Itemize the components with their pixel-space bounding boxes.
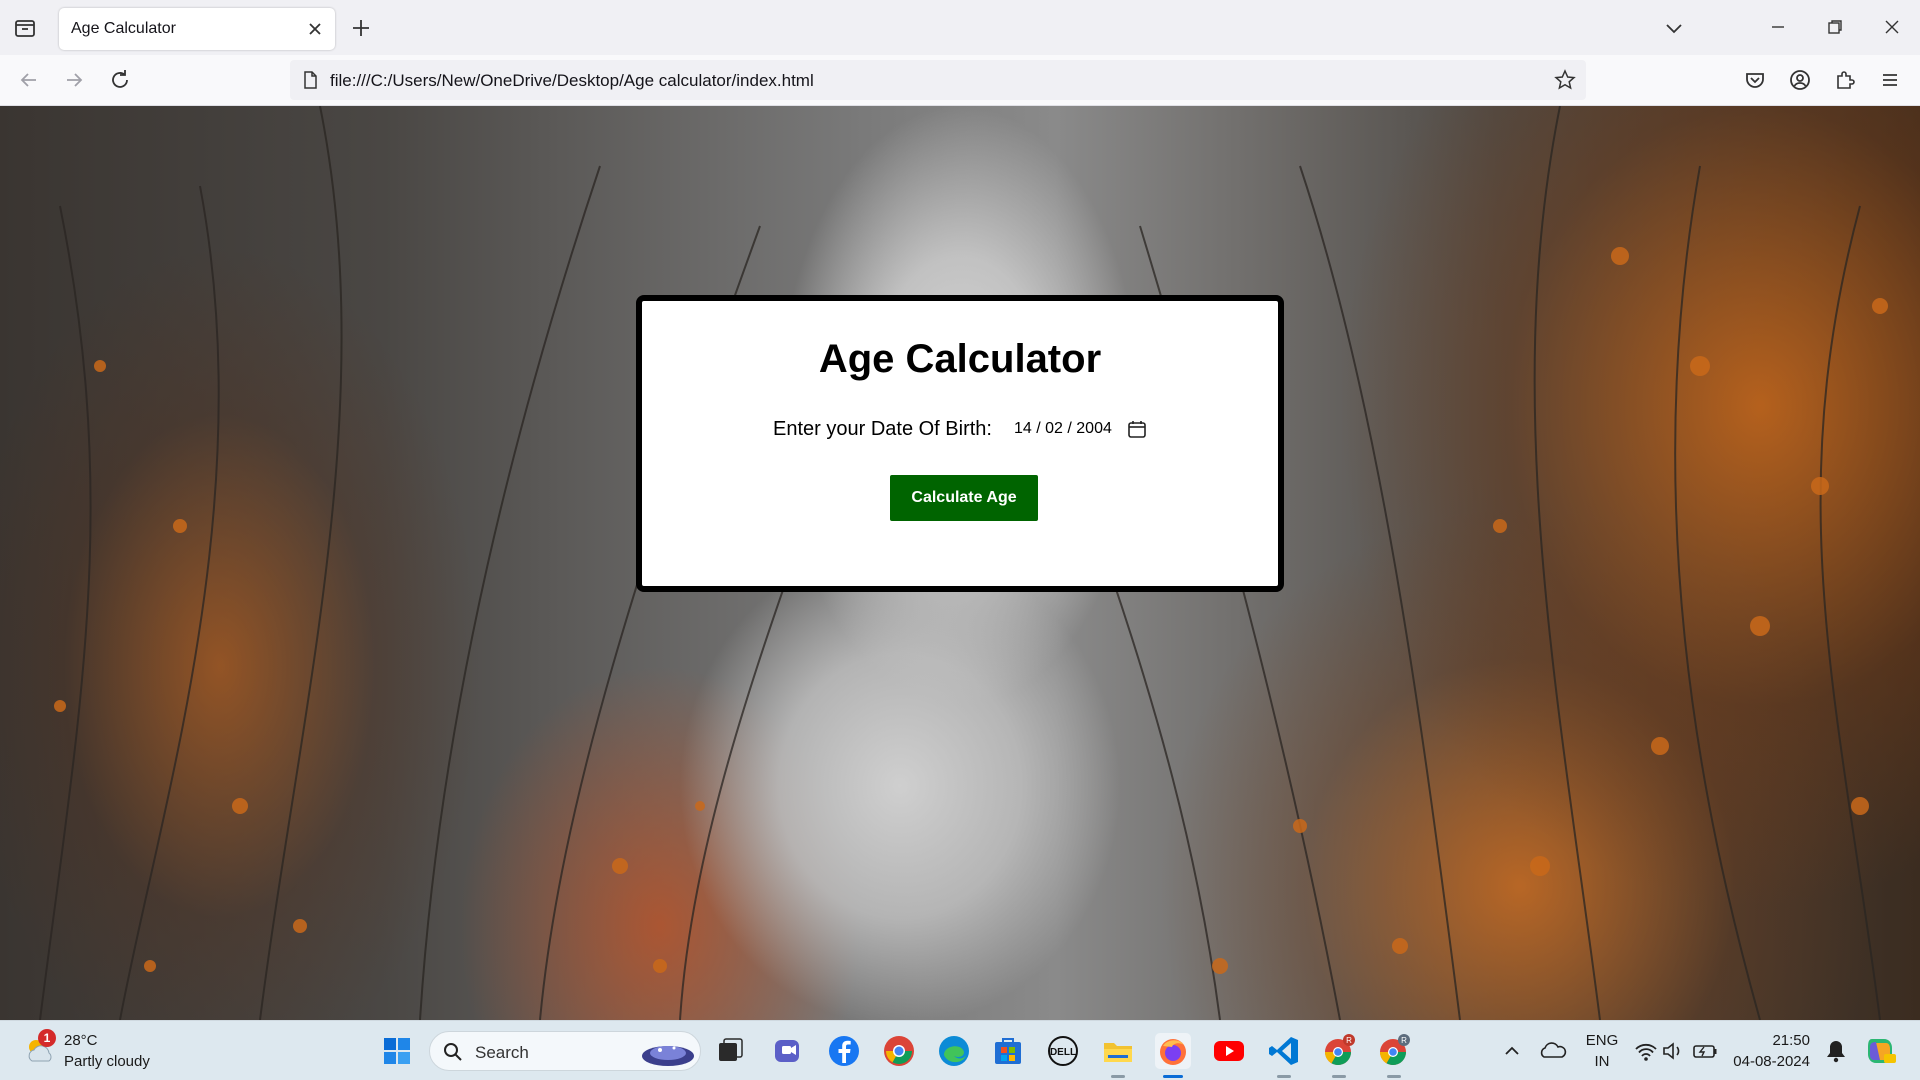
facebook-icon[interactable] bbox=[826, 1033, 862, 1069]
tab-list-icon[interactable] bbox=[12, 15, 38, 41]
windows-taskbar: 1 28°C Partly cloudy Search DELL R R ENG… bbox=[0, 1020, 1920, 1080]
running-indicator bbox=[1332, 1075, 1346, 1078]
browser-tab-active[interactable]: Age Calculator bbox=[59, 8, 335, 50]
language-region[interactable]: IN bbox=[1582, 1053, 1622, 1070]
page-viewport: Age Calculator Enter your Date Of Birth:… bbox=[0, 106, 1920, 1020]
weather-badge: 1 bbox=[38, 1029, 56, 1047]
pocket-icon[interactable] bbox=[1742, 67, 1768, 93]
firefox-icon[interactable] bbox=[1155, 1033, 1191, 1069]
taskbar-search-box[interactable]: Search bbox=[429, 1031, 701, 1071]
clock-time[interactable]: 21:50 bbox=[1730, 1032, 1810, 1049]
youtube-icon[interactable] bbox=[1211, 1033, 1247, 1069]
language-indicator[interactable]: ENG bbox=[1582, 1032, 1622, 1049]
browser-tabstrip: Age Calculator bbox=[0, 0, 1920, 55]
chrome-icon[interactable] bbox=[881, 1033, 917, 1069]
account-icon[interactable] bbox=[1787, 67, 1813, 93]
file-explorer-icon[interactable] bbox=[1100, 1033, 1136, 1069]
weather-description[interactable]: Partly cloudy bbox=[64, 1053, 150, 1070]
age-calculator-card: Age Calculator Enter your Date Of Birth:… bbox=[636, 295, 1284, 592]
windows-start-icon[interactable] bbox=[379, 1033, 415, 1069]
microsoft-store-icon[interactable] bbox=[990, 1033, 1026, 1069]
battery-charging-icon[interactable] bbox=[1690, 1033, 1720, 1069]
page-title: Age Calculator bbox=[818, 337, 1102, 381]
search-icon bbox=[444, 1043, 462, 1061]
menu-icon[interactable] bbox=[1877, 67, 1903, 93]
search-highlight-art bbox=[642, 1046, 694, 1066]
wifi-icon[interactable] bbox=[1632, 1033, 1660, 1069]
dob-label: Enter your Date Of Birth: bbox=[773, 418, 992, 440]
calendar-icon[interactable] bbox=[1127, 419, 1147, 439]
reload-icon[interactable] bbox=[107, 67, 133, 93]
svg-text:R: R bbox=[1401, 1036, 1407, 1045]
close-window-icon[interactable] bbox=[1879, 14, 1905, 40]
minimize-icon[interactable] bbox=[1765, 14, 1791, 40]
calculate-age-button[interactable]: Calculate Age bbox=[890, 475, 1038, 521]
tab-title: Age Calculator bbox=[71, 20, 176, 37]
svg-text:DELL: DELL bbox=[1050, 1047, 1076, 1058]
notification-bell-icon[interactable] bbox=[1820, 1033, 1852, 1069]
chevron-up-icon[interactable] bbox=[1494, 1033, 1530, 1069]
dob-date-input[interactable]: 14 / 02 / 2004 bbox=[1014, 415, 1154, 443]
search-label: Search bbox=[475, 1043, 529, 1062]
active-indicator bbox=[1163, 1075, 1183, 1078]
svg-text:R: R bbox=[1346, 1036, 1352, 1045]
new-tab-icon[interactable] bbox=[349, 16, 373, 40]
back-arrow-icon[interactable] bbox=[16, 67, 42, 93]
chevron-down-icon[interactable] bbox=[1663, 17, 1685, 39]
running-indicator bbox=[1387, 1075, 1401, 1078]
forward-arrow-icon[interactable] bbox=[61, 67, 87, 93]
clock-date[interactable]: 04-08-2024 bbox=[1720, 1053, 1810, 1070]
chrome-profile-icon[interactable]: R bbox=[1321, 1033, 1357, 1069]
extensions-icon[interactable] bbox=[1832, 67, 1858, 93]
vscode-icon[interactable] bbox=[1266, 1033, 1302, 1069]
chrome-profile-2-icon[interactable]: R bbox=[1376, 1033, 1412, 1069]
url-bar[interactable]: file:///C:/Users/New/OneDrive/Desktop/Ag… bbox=[290, 60, 1586, 100]
weather-temperature[interactable]: 28°C bbox=[64, 1032, 98, 1049]
browser-navbar: file:///C:/Users/New/OneDrive/Desktop/Ag… bbox=[0, 55, 1920, 106]
teams-icon[interactable] bbox=[770, 1033, 806, 1069]
dell-icon[interactable]: DELL bbox=[1045, 1033, 1081, 1069]
bookmark-star-icon[interactable] bbox=[1554, 69, 1576, 91]
running-indicator bbox=[1111, 1075, 1125, 1078]
edge-icon[interactable] bbox=[936, 1033, 972, 1069]
running-indicator bbox=[1277, 1075, 1291, 1078]
onedrive-icon[interactable] bbox=[1535, 1033, 1571, 1069]
task-view-icon[interactable] bbox=[713, 1033, 749, 1069]
url-text[interactable]: file:///C:/Users/New/OneDrive/Desktop/Ag… bbox=[330, 71, 814, 91]
close-tab-icon[interactable] bbox=[305, 19, 325, 39]
dob-value[interactable]: 14 / 02 / 2004 bbox=[1014, 420, 1112, 438]
volume-icon[interactable] bbox=[1660, 1033, 1688, 1069]
page-icon[interactable] bbox=[300, 70, 320, 90]
copilot-icon[interactable] bbox=[1862, 1033, 1898, 1069]
restore-icon[interactable] bbox=[1822, 14, 1848, 40]
